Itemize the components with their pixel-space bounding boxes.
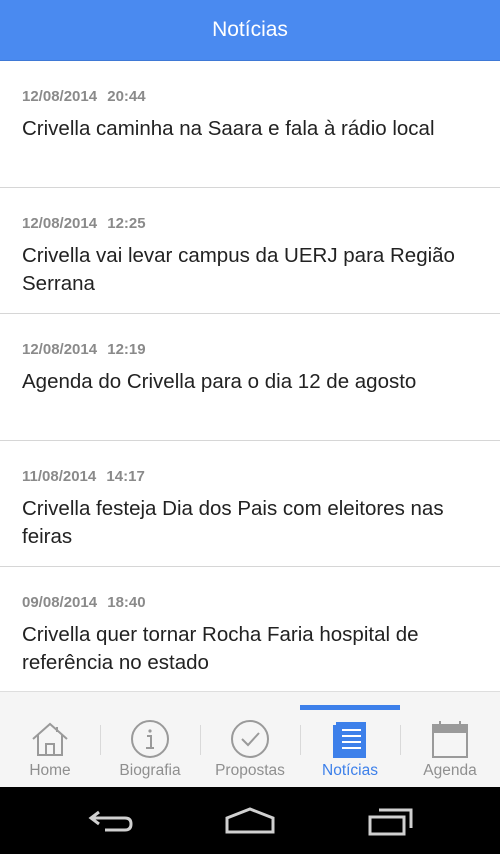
news-date: 09/08/2014 [22, 594, 98, 611]
home-icon [30, 719, 70, 759]
tab-agenda[interactable]: Agenda [400, 692, 500, 787]
news-item[interactable]: 11/08/2014 14:17 Crivella festeja Dia do… [0, 441, 500, 567]
app-header: Notícias [0, 0, 500, 61]
news-time: 18:40 [107, 594, 146, 611]
news-time: 12:19 [107, 341, 146, 358]
news-list-icon [330, 719, 370, 759]
news-item[interactable]: 09/08/2014 18:40 Crivella quer tornar Ro… [0, 567, 500, 691]
back-icon[interactable] [80, 804, 140, 838]
page-title: Notícias [212, 18, 288, 41]
news-meta: 11/08/2014 14:17 [22, 468, 478, 486]
tab-label: Agenda [423, 762, 477, 779]
news-title: Agenda do Crivella para o dia 12 de agos… [22, 370, 417, 393]
news-title: Crivella caminha na Saara e fala à rádio… [22, 117, 435, 140]
tab-biografia[interactable]: Biografia [100, 692, 200, 787]
tab-home[interactable]: Home [0, 692, 100, 787]
news-time: 12:25 [107, 214, 146, 232]
tab-label: Notícias [322, 762, 378, 779]
news-time: 20:44 [107, 88, 146, 105]
news-meta: 12/08/2014 12:19 [22, 341, 478, 359]
news-list: 12/08/2014 20:44 Crivella caminha na Saa… [0, 61, 500, 691]
news-time: 14:17 [106, 467, 145, 485]
home-icon[interactable] [220, 804, 280, 838]
news-date: 12/08/2014 [22, 214, 98, 232]
news-meta: 09/08/2014 18:40 [22, 594, 478, 612]
system-navigation-bar [0, 787, 500, 854]
tab-label: Home [29, 762, 71, 779]
news-title: Crivella quer tornar Rocha Faria hospita… [22, 623, 419, 674]
news-item[interactable]: 12/08/2014 12:25 Crivella vai levar camp… [0, 188, 500, 314]
news-date: 12/08/2014 [22, 341, 98, 358]
active-tab-indicator [300, 705, 400, 710]
check-circle-icon [230, 719, 270, 759]
tab-propostas[interactable]: Propostas [200, 692, 300, 787]
bottom-tab-bar: Home Biografia Propostas Notícias Agenda [0, 691, 500, 787]
news-date: 12/08/2014 [22, 88, 98, 105]
news-title: Crivella vai levar campus da UERJ para R… [22, 243, 455, 295]
tab-label: Biografia [119, 762, 181, 779]
calendar-icon [430, 719, 470, 759]
info-icon [130, 719, 170, 759]
news-date: 11/08/2014 [22, 467, 97, 485]
recent-apps-icon[interactable] [360, 804, 420, 838]
news-meta: 12/08/2014 20:44 [22, 88, 478, 106]
news-title: Crivella festeja Dia dos Pais com eleito… [22, 496, 444, 548]
news-item[interactable]: 12/08/2014 20:44 Crivella caminha na Saa… [0, 61, 500, 188]
tab-label: Propostas [215, 762, 285, 779]
news-meta: 12/08/2014 12:25 [22, 215, 478, 233]
news-item[interactable]: 12/08/2014 12:19 Agenda do Crivella para… [0, 314, 500, 441]
tab-noticias[interactable]: Notícias [300, 692, 400, 787]
